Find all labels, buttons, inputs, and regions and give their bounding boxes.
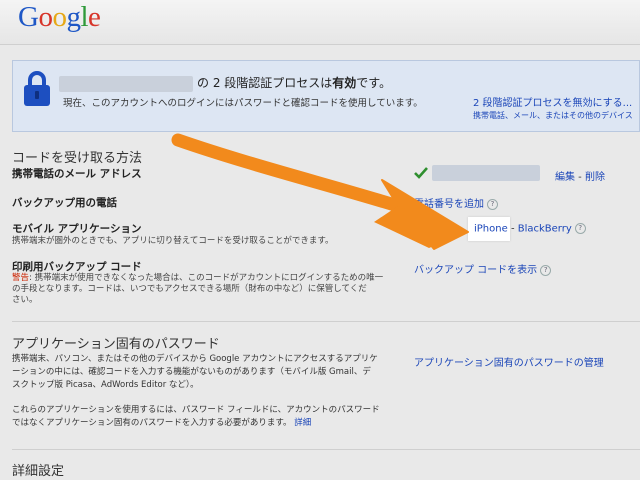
- section-divider: [12, 321, 640, 322]
- logo-letter: g: [66, 1, 81, 33]
- disable-2sv-link[interactable]: 2 段階認証プロセスを無効にする...: [473, 94, 632, 109]
- desc-line: ではなくアプリケーション固有のパスワードを入力する必要があります。: [12, 418, 292, 428]
- status-enabled: 有効: [332, 76, 357, 90]
- desc-line: 携帯端末、パソコン、またはその他のデバイスから Google アカウントにアクセ…: [12, 354, 378, 364]
- app-passwords-desc: 携帯端末、パソコン、またはその他のデバイスから Google アカウントにアクセ…: [12, 353, 378, 392]
- backup-desc-line: : 携帯端末が使用できなくなった場合は、このコードがアカウントにログインするため…: [29, 273, 384, 283]
- backup-desc-line: の手段となります。コードは、いつでもアクセスできる場所（財布の中など）に保管して…: [12, 284, 367, 294]
- show-codes-row: バックアップ コードを表示?: [414, 261, 552, 276]
- redacted-phone: [432, 165, 540, 181]
- banner-title-text: の 2 段階認証プロセスは: [197, 76, 333, 90]
- google-logo[interactable]: Google: [18, 1, 101, 34]
- details-link[interactable]: 詳細: [294, 418, 311, 428]
- phone-label: 携帯電話のメール アドレス: [12, 168, 142, 180]
- desc-line: ーションの中には、確認コードを入力する機能がないものがあります（モバイル版 Gm…: [12, 367, 371, 377]
- mobile-app-desc: 携帯端末が圏外のときでも、アプリに切り替えてコードを受け取ることができます。: [12, 236, 334, 246]
- header: Google: [0, 0, 640, 45]
- status-banner: の 2 段階認証プロセスは有効です。 現在、このアカウントへのログインにはパスワ…: [12, 60, 640, 132]
- lock-icon: [24, 71, 50, 106]
- app-passwords-title: アプリケーション固有のパスワード: [12, 337, 220, 352]
- add-phone-link[interactable]: 電話番号を追加: [414, 199, 484, 210]
- check-icon: [414, 167, 428, 179]
- banner-description: 現在、このアカウントへのログインにはパスワードと確認コードを使用しています。: [63, 98, 423, 109]
- separator: -: [507, 223, 518, 235]
- backup-desc-line: さい。: [12, 295, 38, 305]
- show-backup-codes-link[interactable]: バックアップ コードを表示: [414, 265, 537, 276]
- banner-title: の 2 段階認証プロセスは有効です。: [59, 74, 391, 92]
- iphone-link[interactable]: iPhone: [474, 224, 508, 235]
- banner-title-end: です。: [356, 76, 392, 90]
- manage-app-passwords-link[interactable]: アプリケーション固有のパスワードの管理: [414, 354, 604, 369]
- help-icon[interactable]: ?: [487, 198, 498, 210]
- edit-link[interactable]: 編集: [555, 172, 575, 183]
- logo-letter: G: [18, 1, 39, 33]
- desc-line: これらのアプリケーションを使用するには、パスワード フィールドに、アカウントのパ…: [12, 405, 380, 415]
- logo-letter: l: [80, 1, 89, 33]
- add-phone-row: 電話番号を追加?: [414, 195, 498, 210]
- backup-codes-desc: 警告: 携帯端末が使用できなくなった場合は、このコードがアカウントにログインする…: [12, 273, 383, 306]
- advanced-settings-title: 詳細設定: [12, 464, 65, 479]
- phone-actions: 編集 - 削除: [555, 168, 605, 183]
- logo-letter: o: [52, 1, 67, 33]
- receive-codes-title: コードを受け取る方法: [12, 151, 143, 166]
- delete-link[interactable]: 削除: [585, 172, 605, 183]
- backup-phone-label: バックアップ用の電話: [12, 197, 117, 209]
- help-icon[interactable]: ?: [540, 264, 552, 276]
- section-divider: [12, 449, 640, 450]
- banner-sub-note: 携帯電話、メール、またはその他のデバイス: [473, 111, 633, 120]
- app-platform-links: iPhone - BlackBerry?: [474, 223, 586, 235]
- logo-letter: e: [88, 1, 101, 33]
- app-passwords-usage: これらのアプリケーションを使用するには、パスワード フィールドに、アカウントのパ…: [12, 404, 380, 430]
- backup-codes-label: 印刷用バックアップ コード: [12, 261, 142, 273]
- help-icon[interactable]: ?: [574, 223, 586, 234]
- redacted-account: [59, 75, 193, 92]
- desc-line: スクトップ版 Picasa、AdWords Editor など）。: [12, 380, 199, 390]
- blackberry-link[interactable]: BlackBerry: [518, 224, 572, 235]
- logo-letter: o: [38, 1, 53, 33]
- mobile-app-label: モバイル アプリケーション: [12, 223, 142, 235]
- warning-label: 警告: [12, 273, 30, 283]
- separator: -: [575, 172, 585, 183]
